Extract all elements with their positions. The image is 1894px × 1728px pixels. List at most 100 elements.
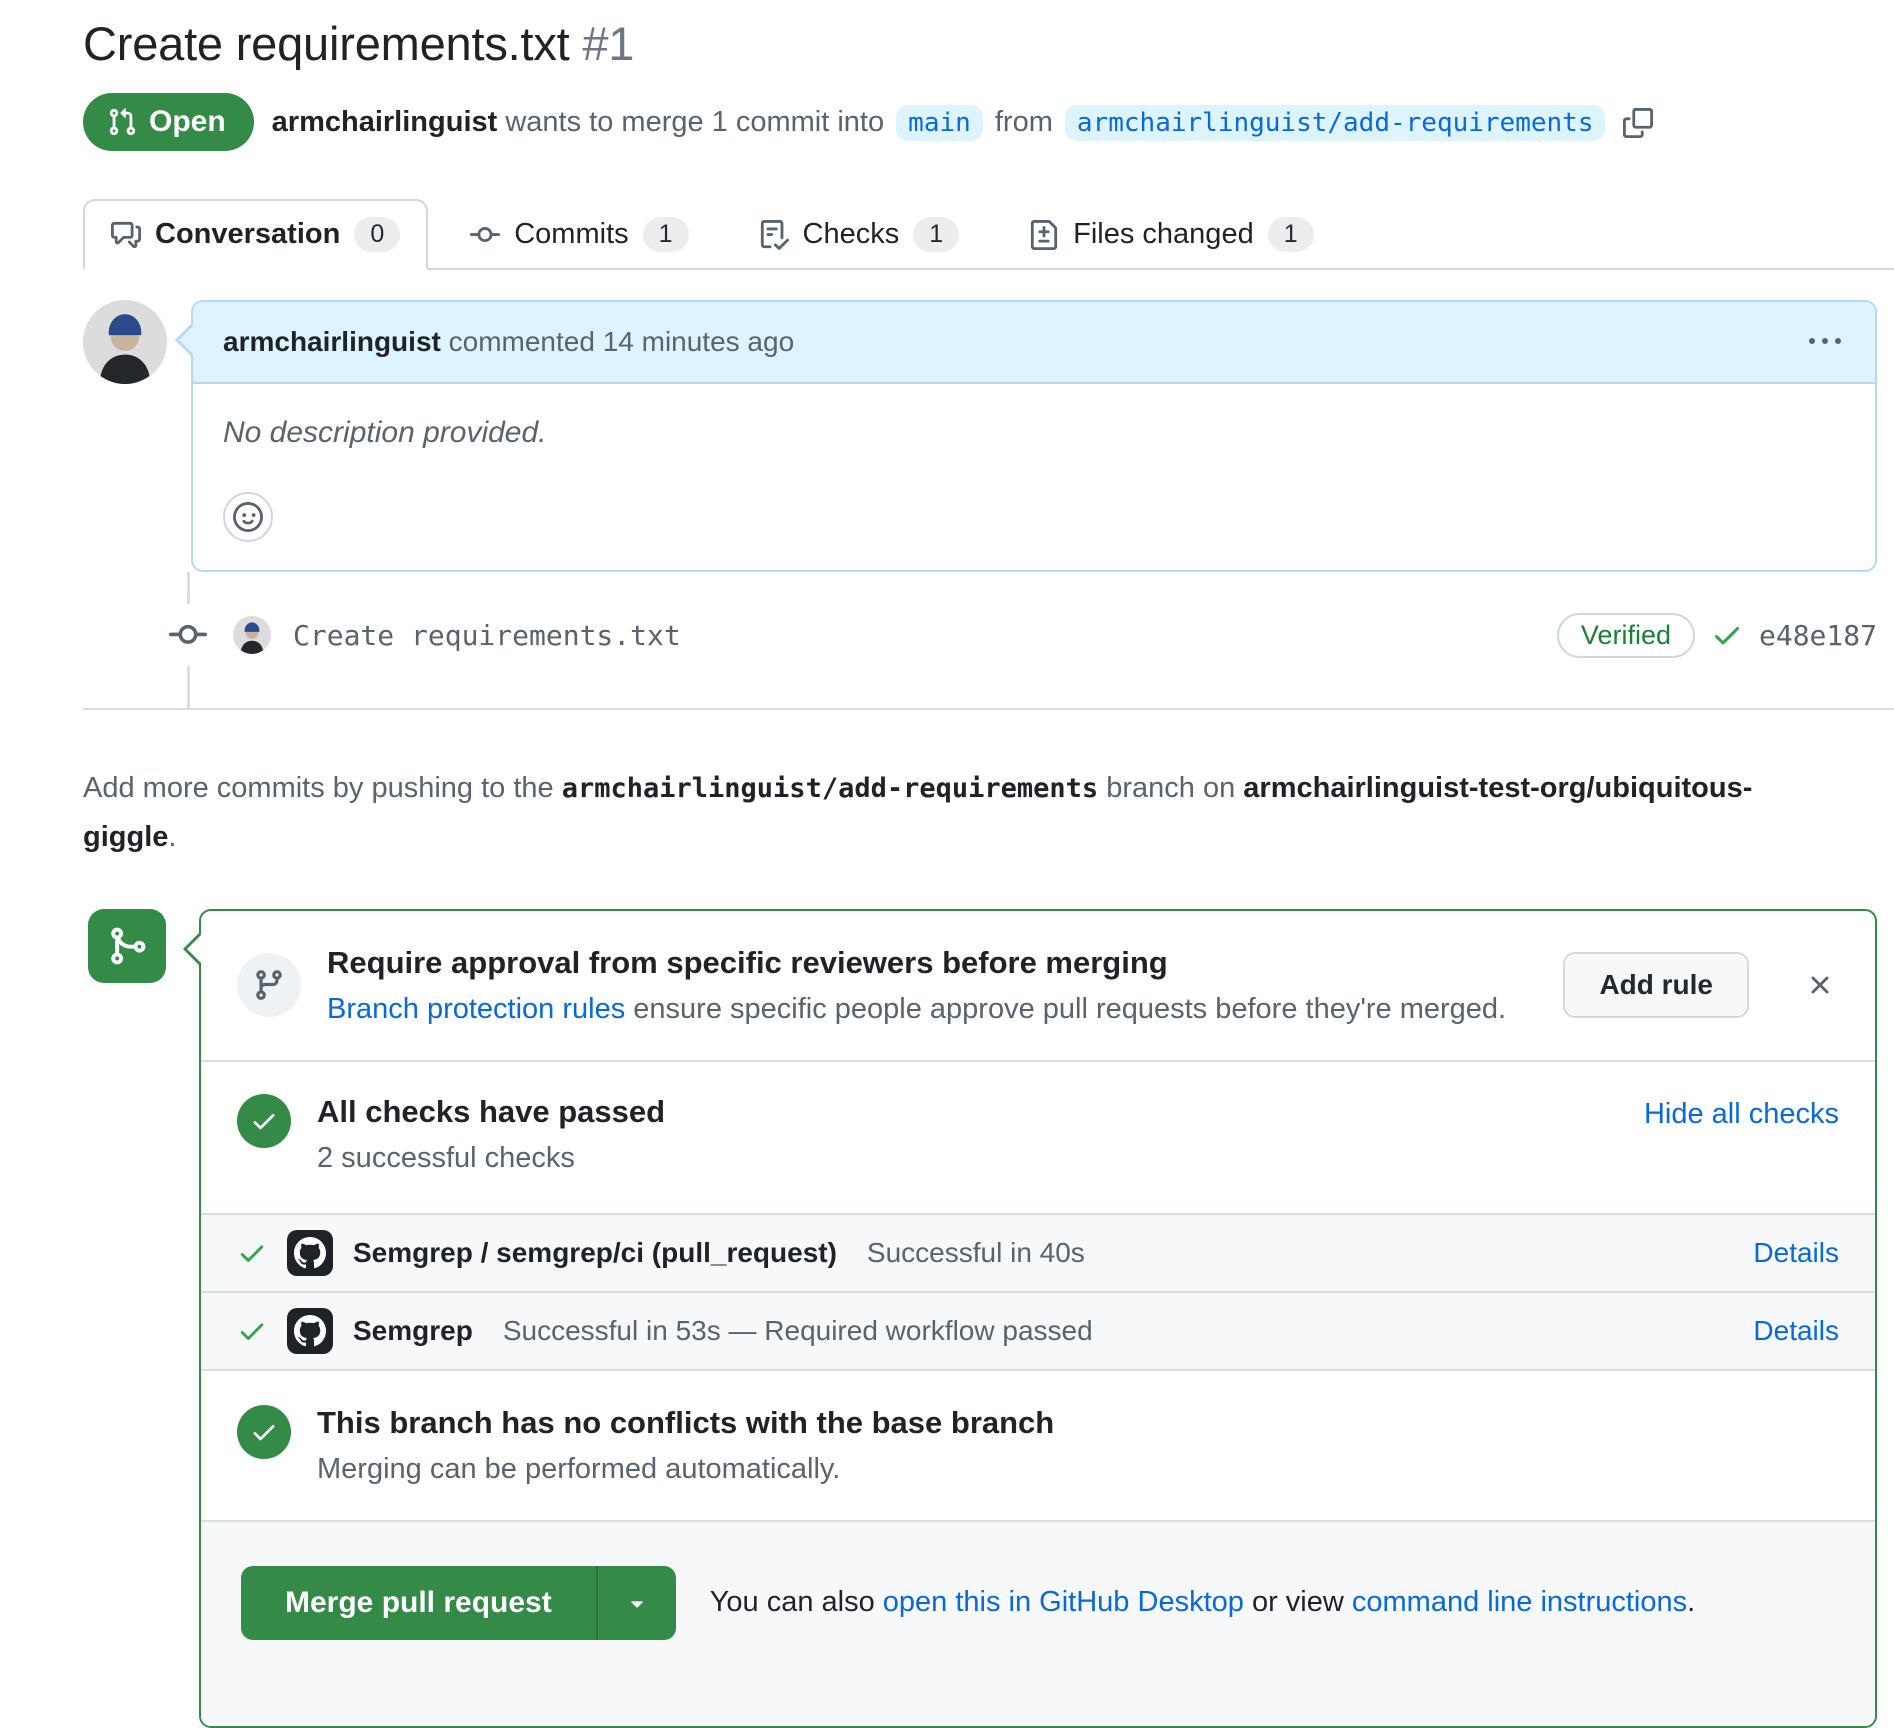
tab-counter: 1 xyxy=(1268,217,1314,252)
branch-protection-title: Require approval from specific reviewers… xyxy=(327,945,1537,981)
merge-box: Require approval from specific reviewers… xyxy=(199,909,1877,1728)
pr-meta-text: armchairlinguist wants to merge 1 commit… xyxy=(272,106,1654,139)
details-link[interactable]: Details xyxy=(1753,1237,1839,1269)
branch-protection-desc-text: ensure specific people approve pull requ… xyxy=(625,993,1506,1025)
pr-state-badge: Open xyxy=(83,93,254,151)
check-icon xyxy=(237,1238,267,1268)
tab-counter: 1 xyxy=(643,217,689,252)
tab-files-changed[interactable]: Files changed 1 xyxy=(1001,199,1341,270)
pr-meta-from: from xyxy=(987,106,1061,138)
merge-split-button: Merge pull request xyxy=(241,1566,676,1640)
timeline-end-divider xyxy=(83,708,1894,710)
push-note-prefix: Add more commits by pushing to the xyxy=(83,772,562,804)
merge-caption-middle: or view xyxy=(1244,1586,1352,1618)
tab-counter: 1 xyxy=(913,217,959,252)
branch-protection-section: Require approval from specific reviewers… xyxy=(201,911,1875,1062)
comment-author[interactable]: armchairlinguist xyxy=(223,326,441,357)
no-conflicts-icon xyxy=(237,1405,291,1459)
check-name: Semgrep xyxy=(353,1315,473,1347)
x-icon xyxy=(1805,970,1835,1000)
check-status: Successful in 40s xyxy=(867,1237,1085,1269)
base-branch-label[interactable]: main xyxy=(896,105,983,141)
pr-meta-row: Open armchairlinguist wants to merge 1 c… xyxy=(83,93,1877,151)
check-name: Semgrep / semgrep/ci (pull_request) xyxy=(353,1237,837,1269)
git-pull-request-icon xyxy=(107,107,137,137)
pr-title-text: Create requirements.txt xyxy=(83,17,570,70)
copy-icon xyxy=(1623,108,1653,138)
pr-meta-action: wants to merge 1 commit into xyxy=(497,106,892,138)
push-note-branch: armchairlinguist/add-requirements xyxy=(562,773,1098,804)
octocat-icon[interactable] xyxy=(287,1308,333,1354)
check-icon xyxy=(237,1316,267,1346)
checks-summary-subtitle: 2 successful checks xyxy=(317,1142,1618,1175)
pr-number: #1 xyxy=(582,17,634,70)
octocat-icon[interactable] xyxy=(287,1230,333,1276)
mergeability-title: This branch has no conflicts with the ba… xyxy=(317,1405,1839,1441)
pr-state-label: Open xyxy=(149,105,226,139)
pull-request-page: Create requirements.txt #1 Open armchair… xyxy=(0,0,1894,1728)
branch-protection-rules-link[interactable]: Branch protection rules xyxy=(327,993,625,1025)
dismiss-protection-button[interactable] xyxy=(1801,966,1839,1004)
mergeability-subtitle: Merging can be performed automatically. xyxy=(317,1453,1839,1486)
comment-meta: commented 14 minutes ago xyxy=(441,326,794,357)
pr-description-comment: armchairlinguist commented 14 minutes ag… xyxy=(83,300,1877,572)
mergeability-text: This branch has no conflicts with the ba… xyxy=(317,1405,1839,1486)
checks-summary-title: All checks have passed xyxy=(317,1094,1618,1130)
commit-meta: Verified e48e187 xyxy=(1557,613,1877,658)
comment-box: armchairlinguist commented 14 minutes ag… xyxy=(191,300,1877,572)
avatar[interactable] xyxy=(83,300,167,384)
page-title: Create requirements.txt #1 xyxy=(83,16,1877,71)
comment-text: No description provided. xyxy=(223,416,1845,450)
copy-branch-button[interactable] xyxy=(1623,108,1653,138)
merge-action-section: Merge pull request You can also open thi… xyxy=(201,1522,1875,1726)
comment-options-button[interactable] xyxy=(1805,322,1845,362)
check-row: Semgrep / semgrep/ci (pull_request) Succ… xyxy=(201,1215,1875,1293)
kebab-icon xyxy=(1809,326,1841,358)
add-reaction-button[interactable] xyxy=(223,492,273,542)
tab-commits[interactable]: Commits 1 xyxy=(442,199,716,270)
checks-summary-section: All checks have passed 2 successful chec… xyxy=(201,1062,1875,1215)
pr-author[interactable]: armchairlinguist xyxy=(272,106,498,138)
commit-row: Create requirements.txt Verified e48e187 xyxy=(83,604,1877,666)
merge-options-dropdown[interactable] xyxy=(596,1566,676,1640)
check-icon xyxy=(1711,619,1743,651)
github-desktop-link[interactable]: open this in GitHub Desktop xyxy=(883,1586,1244,1618)
git-merge-icon xyxy=(88,909,166,983)
head-branch-label[interactable]: armchairlinguist/add-requirements xyxy=(1065,105,1606,141)
comment-header-text: armchairlinguist commented 14 minutes ag… xyxy=(223,326,794,358)
branch-protection-text: Require approval from specific reviewers… xyxy=(327,945,1537,1026)
smiley-icon xyxy=(233,502,263,532)
command-line-instructions-link[interactable]: command line instructions xyxy=(1352,1586,1687,1618)
comment-body: No description provided. xyxy=(193,384,1875,570)
checks-summary-text: All checks have passed 2 successful chec… xyxy=(317,1094,1618,1175)
git-commit-icon xyxy=(169,604,207,666)
git-branch-icon xyxy=(237,953,301,1017)
merge-pull-request-button[interactable]: Merge pull request xyxy=(241,1566,596,1640)
checks-passed-icon xyxy=(237,1094,291,1148)
add-rule-button[interactable]: Add rule xyxy=(1563,952,1749,1018)
triangle-down-icon xyxy=(624,1590,650,1616)
comment-header: armchairlinguist commented 14 minutes ag… xyxy=(193,302,1875,384)
branch-protection-desc: Branch protection rules ensure specific … xyxy=(327,993,1537,1026)
push-note-middle: branch on xyxy=(1098,772,1243,804)
commit-section: Create requirements.txt Verified e48e187 xyxy=(83,572,1877,708)
commit-sha-link[interactable]: e48e187 xyxy=(1759,619,1877,652)
merge-caption-prefix: You can also xyxy=(710,1586,883,1618)
tab-conversation[interactable]: Conversation 0 xyxy=(83,199,428,270)
tab-label: Checks xyxy=(803,218,900,251)
verified-badge[interactable]: Verified xyxy=(1557,613,1695,658)
check-status: Successful in 53s — Required workflow pa… xyxy=(503,1315,1093,1347)
checklist-icon xyxy=(759,220,789,250)
commit-message-link[interactable]: Create requirements.txt xyxy=(293,619,681,652)
details-link[interactable]: Details xyxy=(1753,1315,1839,1347)
tab-label: Commits xyxy=(514,218,628,251)
tab-checks[interactable]: Checks 1 xyxy=(731,199,988,270)
merge-alternatives-text: You can also open this in GitHub Desktop… xyxy=(710,1586,1695,1619)
file-diff-icon xyxy=(1029,220,1059,250)
merge-caption-period: . xyxy=(1687,1586,1695,1618)
avatar[interactable] xyxy=(233,616,271,654)
pr-tabs: Conversation 0 Commits 1 Checks 1 Files … xyxy=(83,199,1894,270)
pr-timeline: armchairlinguist commented 14 minutes ag… xyxy=(83,300,1877,1728)
hide-all-checks-link[interactable]: Hide all checks xyxy=(1644,1098,1839,1131)
mergeability-section: This branch has no conflicts with the ba… xyxy=(201,1371,1875,1522)
